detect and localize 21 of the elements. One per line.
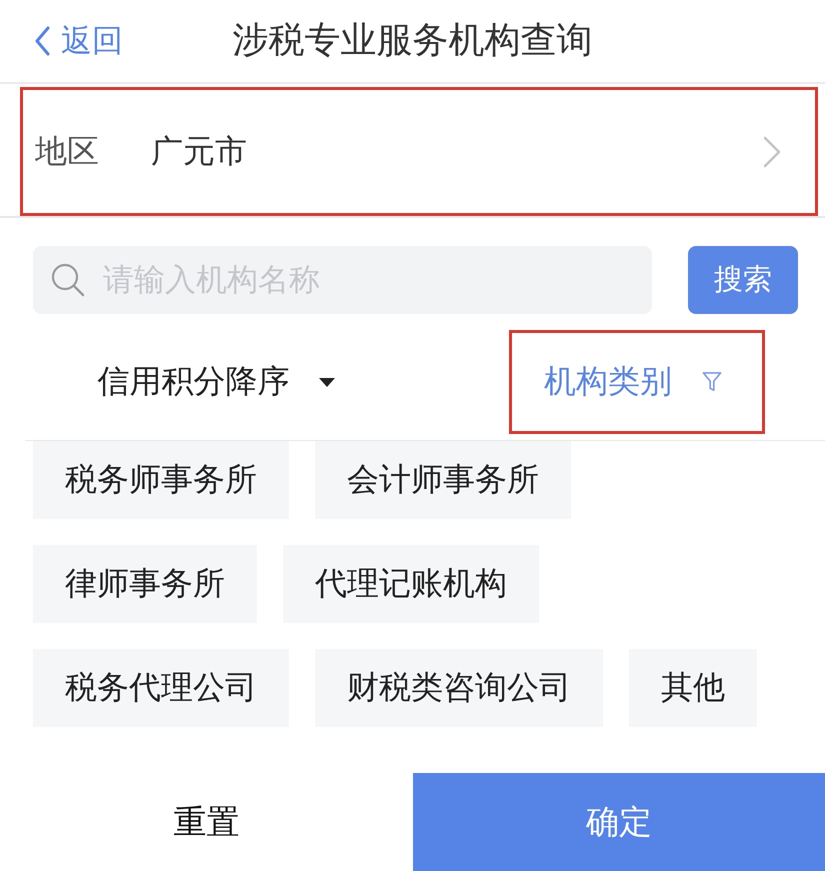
chevron-left-icon <box>34 26 50 56</box>
search-icon <box>51 263 85 297</box>
category-tag[interactable]: 税务师事务所 <box>33 441 289 519</box>
page-title: 涉税专业服务机构查询 <box>232 23 592 59</box>
search-button[interactable]: 搜索 <box>688 246 798 314</box>
category-tag[interactable]: 财税类咨询公司 <box>315 649 603 727</box>
region-label: 地区 <box>35 130 100 172</box>
category-tag[interactable]: 代理记账机构 <box>283 545 539 623</box>
category-filter[interactable]: 机构类别 <box>508 330 765 434</box>
category-tag[interactable]: 税务代理公司 <box>33 649 289 727</box>
chevron-right-icon <box>763 136 781 168</box>
category-tag[interactable]: 律师事务所 <box>33 545 257 623</box>
caret-icon <box>319 378 336 386</box>
category-tag[interactable]: 会计师事务所 <box>315 441 571 519</box>
sort-dropdown[interactable]: 信用积分降序 <box>97 330 336 434</box>
region-value: 广元市 <box>151 130 248 172</box>
back-button[interactable]: 返回 <box>34 26 123 56</box>
region-row[interactable]: 地区 广元市 <box>20 87 818 216</box>
category-tag[interactable]: 其他 <box>629 649 757 727</box>
filter-icon <box>702 371 722 393</box>
confirm-button[interactable]: 确定 <box>412 773 825 871</box>
